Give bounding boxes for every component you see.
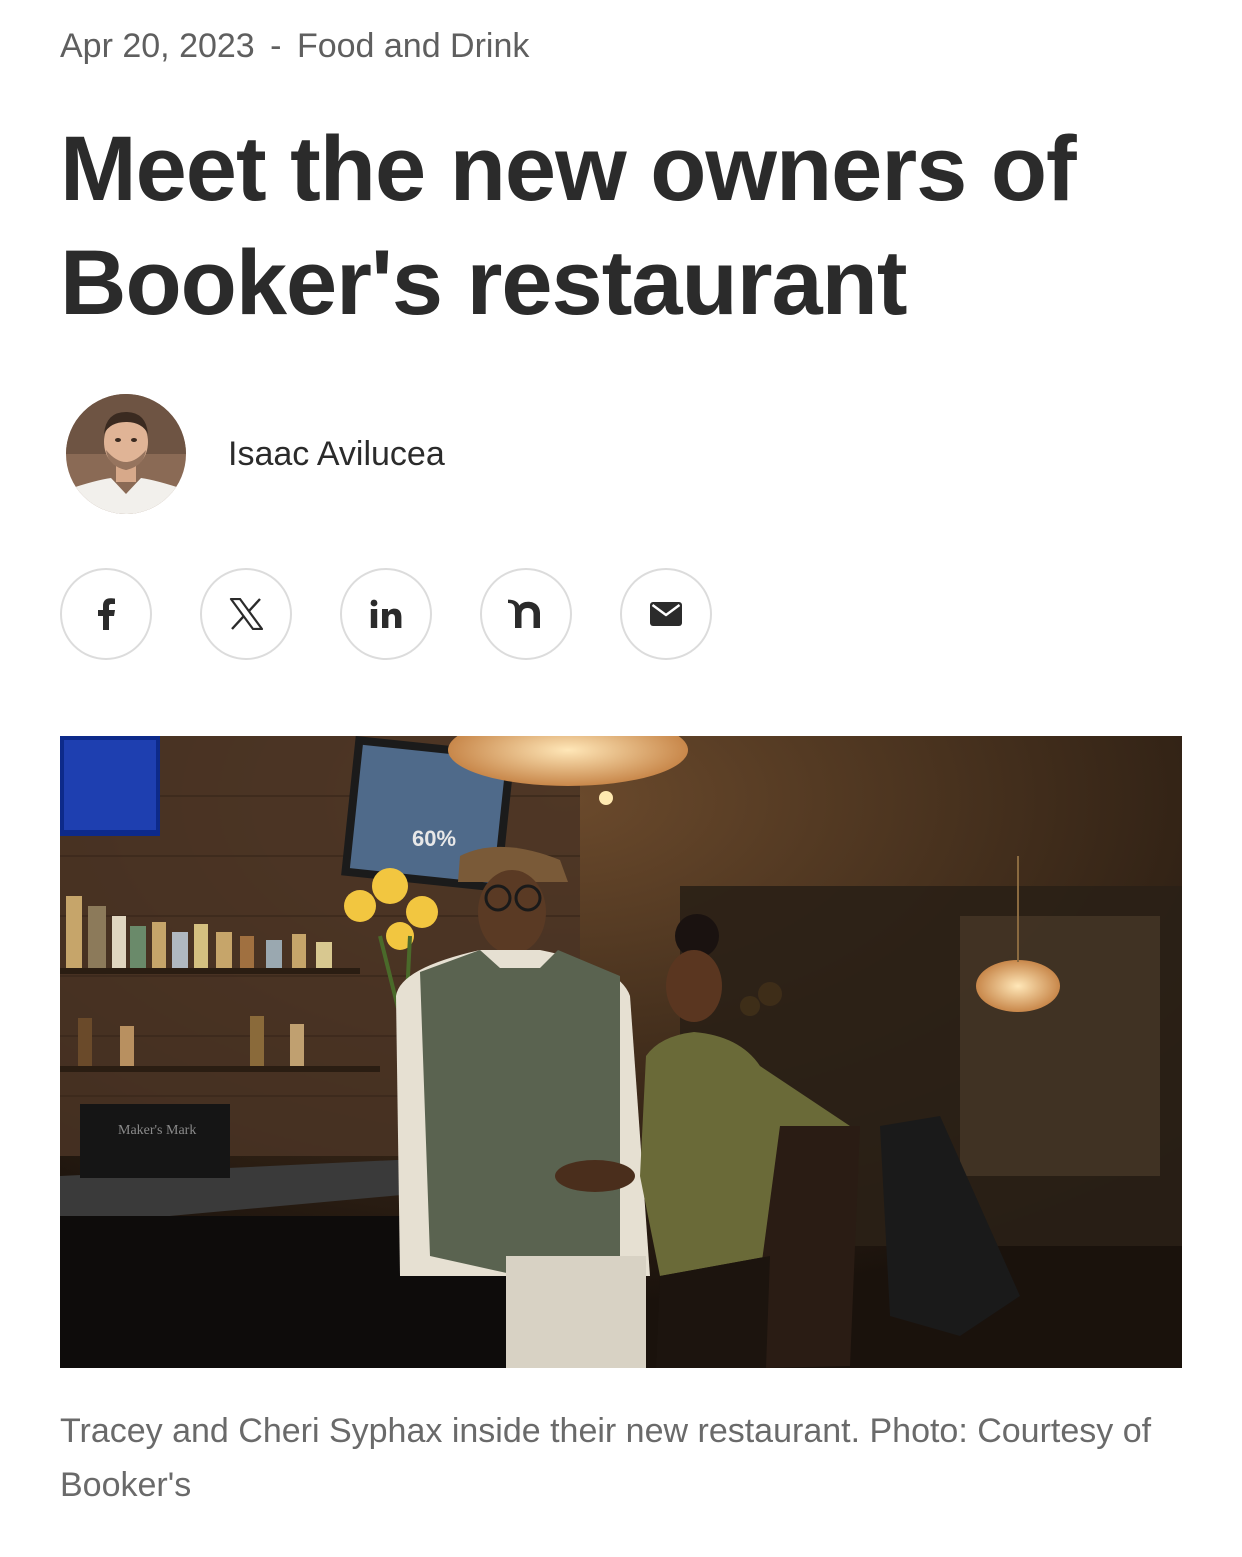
facebook-icon	[98, 598, 115, 630]
share-nextdoor-button[interactable]	[480, 568, 572, 660]
article-meta: Apr 20, 2023 - Food and Drink	[60, 24, 529, 68]
x-icon	[229, 598, 263, 630]
publish-date: Apr 20, 2023	[60, 27, 255, 65]
article-title: Meet the new owners of Booker's restaura…	[60, 118, 1077, 334]
share-linkedin-button[interactable]	[340, 568, 432, 660]
author-name[interactable]: Isaac Avilucea	[228, 435, 445, 474]
photo-caption: Tracey and Cheri Syphax inside their new…	[60, 1412, 1152, 1504]
photo-tv-text: 60%	[412, 826, 456, 851]
photo-box-text: Maker's Mark	[118, 1123, 196, 1138]
author-avatar[interactable]	[66, 394, 186, 514]
article-page: Apr 20, 2023 - Food and Drink Meet the n…	[0, 0, 1242, 1557]
linkedin-icon	[370, 599, 402, 628]
meta-separator: -	[270, 27, 282, 65]
author-byline: Isaac Avilucea	[66, 394, 445, 514]
share-x-button[interactable]	[200, 568, 292, 660]
share-facebook-button[interactable]	[60, 568, 152, 660]
share-bar	[60, 568, 712, 660]
nextdoor-icon	[508, 599, 540, 628]
hero-photo: 60% Maker's Mark	[60, 736, 1182, 1368]
share-email-button[interactable]	[620, 568, 712, 660]
category-link[interactable]: Food and Drink	[297, 27, 529, 65]
email-icon	[650, 602, 682, 626]
